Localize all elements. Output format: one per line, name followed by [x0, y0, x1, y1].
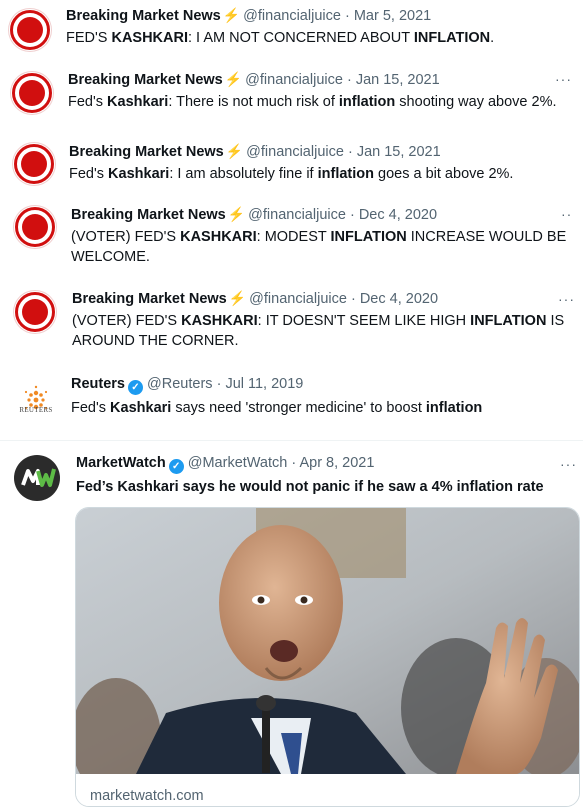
- lightning-icon: ⚡: [224, 71, 243, 87]
- author-name[interactable]: Breaking Market News: [66, 8, 221, 24]
- author-handle[interactable]: @financialjuice: [248, 207, 346, 223]
- tweet-text-segment: : I am absolutely fine if: [169, 166, 318, 182]
- tweet-text-segment: : I AM NOT CONCERNED ABOUT: [188, 30, 414, 46]
- author-handle[interactable]: @financialjuice: [245, 72, 343, 88]
- tweet-text-segment: Fed's: [71, 400, 111, 416]
- avatar[interactable]: [13, 290, 57, 334]
- author-handle[interactable]: @financialjuice: [243, 8, 341, 24]
- tweet-text-segment: (VOTER) FED'S: [72, 313, 182, 329]
- highlighted-keyword: inflation: [425, 400, 483, 416]
- author-name[interactable]: Breaking Market News: [68, 72, 223, 88]
- marketwatch-logo-icon: [21, 468, 56, 487]
- lightning-icon: ⚡: [225, 143, 244, 159]
- tweet-text: (VOTER) FED'S KASHKARI: IT DOESN'T SEEM …: [72, 311, 572, 351]
- tweet-header: Breaking Market News ⚡ @financialjuice · J…: [69, 143, 441, 160]
- highlighted-keyword: Kashkari: [110, 400, 172, 416]
- tweet-text-segment: says need 'stronger medicine' to boost: [171, 400, 426, 416]
- avatar[interactable]: REUTERS: [16, 380, 56, 420]
- tweet-text: FED'S KASHKARI: I AM NOT CONCERNED ABOUT…: [66, 28, 566, 48]
- article-photo: [76, 508, 579, 774]
- more-options-icon[interactable]: ··: [561, 206, 572, 222]
- tweet-date[interactable]: Jan 15, 2021: [357, 144, 441, 160]
- tweet-header: Breaking Market News ⚡ @financialjuice · J…: [68, 71, 440, 88]
- tweet-text-segment: shooting way above 2%.: [395, 94, 557, 110]
- tweet-date[interactable]: Apr 8, 2021: [299, 455, 374, 471]
- tweet-text: Fed's Kashkari: I am absolutely fine if …: [69, 164, 569, 184]
- tweet-text: Fed's Kashkari: There is not much risk o…: [68, 92, 573, 112]
- author-name[interactable]: Reuters: [71, 376, 125, 392]
- author-handle[interactable]: @Reuters: [147, 376, 213, 392]
- verified-badge-icon: ✓: [168, 459, 184, 474]
- tweet-header: Breaking Market News ⚡ @financialjuice · M…: [66, 7, 432, 24]
- author-name[interactable]: Breaking Market News: [72, 291, 227, 307]
- lightning-icon: ⚡: [222, 7, 241, 23]
- tweet-text-segment: goes a bit above 2%.: [374, 166, 514, 182]
- more-options-icon[interactable]: ···: [558, 291, 575, 307]
- lightning-icon: ⚡: [227, 206, 246, 222]
- reuters-logo-icon: [24, 385, 48, 410]
- tweet-date[interactable]: Jan 15, 2021: [356, 72, 440, 88]
- tweet-date[interactable]: Dec 4, 2020: [360, 291, 438, 307]
- avatar[interactable]: [10, 71, 54, 115]
- highlighted-keyword: INFLATION: [413, 30, 491, 46]
- highlighted-keyword: KASHKARI: [111, 30, 188, 46]
- tweet-text: (VOTER) FED'S KASHKARI: MODEST INFLATION…: [71, 227, 571, 267]
- highlighted-keyword: Kashkari: [107, 94, 169, 110]
- tweet-text-segment: : IT DOESN'T SEEM LIKE HIGH: [257, 313, 471, 329]
- highlighted-keyword: KASHKARI: [180, 229, 257, 245]
- author-handle[interactable]: @financialjuice: [246, 144, 344, 160]
- avatar[interactable]: [8, 8, 52, 52]
- tweet-header: MarketWatch ✓ @MarketWatch · Apr 8, 2021: [76, 455, 375, 474]
- tweet-text-segment: FED'S: [66, 30, 112, 46]
- tweet-text-segment: Fed's: [68, 94, 108, 110]
- highlighted-keyword: KASHKARI: [181, 313, 258, 329]
- tweet-header: Reuters ✓ @Reuters · Jul 11, 2019: [71, 376, 304, 395]
- tweet-header: Breaking Market News ⚡ @financialjuice · D…: [71, 206, 438, 223]
- tweet-text-segment: Fed's: [69, 166, 109, 182]
- tweet-header: Breaking Market News ⚡ @financialjuice · D…: [72, 290, 439, 307]
- author-name[interactable]: Breaking Market News: [69, 144, 224, 160]
- avatar-label: REUTERS: [19, 406, 53, 414]
- highlighted-keyword: INFLATION: [330, 229, 407, 245]
- tweet-date[interactable]: Jul 11, 2019: [225, 376, 303, 392]
- lightning-icon: ⚡: [228, 290, 247, 306]
- more-options-icon[interactable]: ···: [555, 71, 572, 87]
- highlighted-keyword: inflation: [338, 94, 396, 110]
- tweet-text: Fed's Kashkari says need 'stronger medic…: [71, 398, 571, 426]
- divider: [0, 440, 583, 441]
- tweet-text-segment: : There is not much risk of: [168, 94, 339, 110]
- avatar[interactable]: [13, 205, 57, 249]
- tweet-text-segment: .: [490, 30, 495, 46]
- tweet-date[interactable]: Mar 5, 2021: [354, 8, 431, 24]
- author-name[interactable]: Breaking Market News: [71, 207, 226, 223]
- more-options-icon[interactable]: ···: [560, 456, 577, 472]
- tweet-date[interactable]: Dec 4, 2020: [359, 207, 437, 223]
- tweet-text-segment: (VOTER) FED'S: [71, 229, 181, 245]
- author-name[interactable]: MarketWatch: [76, 455, 166, 471]
- highlighted-keyword: INFLATION: [470, 313, 547, 329]
- avatar[interactable]: [14, 455, 60, 501]
- card-domain[interactable]: marketwatch.com: [90, 788, 204, 804]
- highlighted-keyword: inflation: [317, 166, 374, 182]
- tweet-text-segment: : MODEST: [256, 229, 331, 245]
- author-handle[interactable]: @financialjuice: [249, 291, 347, 307]
- tweet-headline: Fed’s Kashkari says he would not panic i…: [76, 479, 544, 495]
- author-handle[interactable]: @MarketWatch: [188, 455, 288, 471]
- avatar[interactable]: [12, 142, 56, 186]
- link-card[interactable]: marketwatch.com: [75, 507, 580, 807]
- verified-badge-icon: ✓: [128, 380, 143, 395]
- highlighted-keyword: Kashkari: [108, 166, 170, 182]
